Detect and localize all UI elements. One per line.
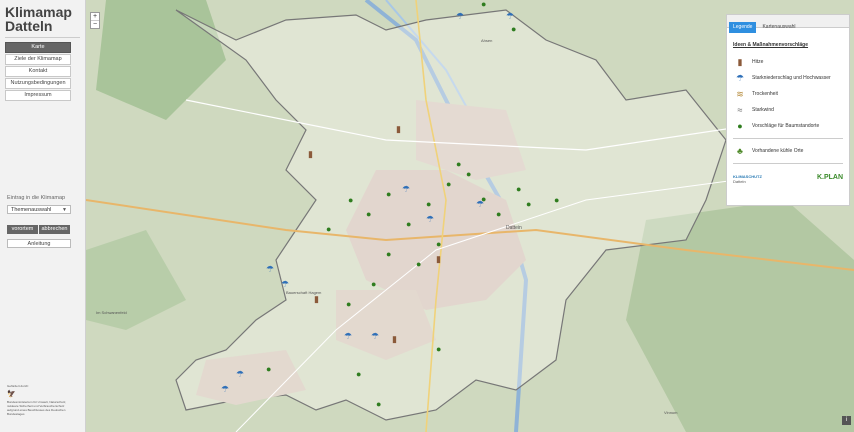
umbrella-marker[interactable]: ☂ <box>281 280 289 289</box>
title-divider <box>5 37 80 38</box>
tree-marker[interactable]: ● <box>436 345 441 354</box>
info-icon[interactable]: i <box>842 416 851 425</box>
tree-marker[interactable]: ● <box>466 170 471 179</box>
tree-marker[interactable]: ● <box>436 240 441 249</box>
tree-marker[interactable]: ● <box>376 400 381 409</box>
tree-marker[interactable]: ● <box>266 365 271 374</box>
tree-marker[interactable]: ● <box>426 200 431 209</box>
nav-item-ziele[interactable]: Ziele der Klimamap <box>5 54 71 65</box>
thermometer-marker[interactable]: ▮ <box>392 335 397 344</box>
umbrella-marker[interactable]: ☂ <box>456 12 464 21</box>
thermometer-marker[interactable]: ▮ <box>396 125 401 134</box>
thermometer-marker[interactable]: ▮ <box>314 295 319 304</box>
zoom-in-button[interactable]: + <box>91 13 99 20</box>
umbrella-marker[interactable]: ☂ <box>506 12 514 21</box>
nav-item-impressum[interactable]: Impressum <box>5 90 71 101</box>
thermometer-marker[interactable]: ▮ <box>436 255 441 264</box>
tree-marker[interactable]: ● <box>516 185 521 194</box>
tree-marker[interactable]: ● <box>371 280 376 289</box>
tree-marker[interactable]: ● <box>456 160 461 169</box>
zoom-control: + − <box>90 12 100 29</box>
app-title: Klimamap Datteln <box>5 4 72 34</box>
cool-place-icon: ♣ <box>737 146 743 156</box>
place-label-datteln: Dattein <box>506 225 522 231</box>
tree-marker[interactable]: ● <box>386 190 391 199</box>
tree-icon: ● <box>737 121 743 131</box>
umbrella-marker[interactable]: ☂ <box>402 185 410 194</box>
cancel-button[interactable]: abbrechen <box>39 225 70 234</box>
tree-marker[interactable]: ● <box>356 370 361 379</box>
tree-marker[interactable]: ● <box>326 225 331 234</box>
tree-marker[interactable]: ● <box>348 196 353 205</box>
thermometer-icon: ▮ <box>737 56 743 67</box>
place-label-ahsen: Ahsen <box>481 38 493 43</box>
entry-heading: Eintrag in die Klimamap <box>7 195 66 201</box>
legend-heading: Ideen & Maßnahmenvorschläge <box>733 42 809 48</box>
drought-icon: ≋ <box>736 88 744 99</box>
klimaschutz-logo: KLIMASCHUTZ Datteln <box>733 174 762 184</box>
theme-select[interactable]: Themenauswahl ▼ <box>7 205 71 214</box>
place-label-hagem: Bauerschaft Hagem <box>286 290 322 295</box>
umbrella-icon: ☂ <box>735 72 745 83</box>
legend-item-baumstandorte: ● Vorschläge für Baumstandorte <box>733 118 843 134</box>
legend-item-starkwind: ≈ Starkwind <box>733 102 843 118</box>
save-button[interactable]: vorortem <box>7 225 38 234</box>
legend-item-hitze: ▮ Hitze <box>733 54 843 70</box>
umbrella-marker[interactable]: ☂ <box>221 385 229 394</box>
place-label-vinnum: Vinnum <box>664 410 678 415</box>
nav-item-kontakt[interactable]: Kontakt <box>5 66 71 77</box>
place-label-schwanenfeld: Im Schwanenfeld <box>96 310 127 315</box>
sidebar: Klimamap Datteln Karte Ziele der Klimama… <box>0 0 86 432</box>
umbrella-marker[interactable]: ☂ <box>344 332 352 341</box>
tree-marker[interactable]: ● <box>511 25 516 34</box>
chevron-down-icon: ▼ <box>62 207 67 213</box>
tree-marker[interactable]: ● <box>416 260 421 269</box>
tree-marker[interactable]: ● <box>496 210 501 219</box>
tree-marker[interactable]: ● <box>446 180 451 189</box>
funder-logo: Gefördert durch: 🦅 Bundesministerium für… <box>7 384 77 416</box>
kplan-logo: K.PLAN <box>816 174 843 181</box>
wind-icon: ≈ <box>737 105 743 115</box>
legend-item-starkniederschlag: ☂ Starkniederschlag und Hochwasser <box>733 70 843 86</box>
legend-divider <box>733 138 843 139</box>
tree-marker[interactable]: ● <box>481 0 486 9</box>
tree-marker[interactable]: ● <box>406 220 411 229</box>
umbrella-marker[interactable]: ☂ <box>266 265 274 274</box>
thermometer-marker[interactable]: ▮ <box>308 150 313 159</box>
legend-item-trockenheit: ≋ Trockenheit <box>733 86 843 102</box>
nav-item-nutzung[interactable]: Nutzungsbedingungen <box>5 78 71 89</box>
zoom-out-button[interactable]: − <box>91 20 99 28</box>
umbrella-marker[interactable]: ☂ <box>371 332 379 341</box>
tab-legende[interactable]: Legende <box>729 22 757 33</box>
guide-button[interactable]: Anleitung <box>7 239 71 248</box>
tree-marker[interactable]: ● <box>346 300 351 309</box>
umbrella-marker[interactable]: ☂ <box>236 370 244 379</box>
main-nav: Karte Ziele der Klimamap Kontakt Nutzung… <box>5 42 71 101</box>
legend-item-kuehle-orte: ♣ Vorhandene kühle Orte <box>733 143 843 159</box>
tree-marker[interactable]: ● <box>526 200 531 209</box>
tab-kartenauswahl[interactable]: Kartenauswahl <box>758 22 799 33</box>
tree-marker[interactable]: ● <box>386 250 391 259</box>
umbrella-marker[interactable]: ☂ <box>476 200 484 209</box>
tree-marker[interactable]: ● <box>554 196 559 205</box>
eagle-icon: 🦅 <box>7 391 16 398</box>
legend-divider <box>733 163 843 164</box>
tree-marker[interactable]: ● <box>366 210 371 219</box>
umbrella-marker[interactable]: ☂ <box>426 215 434 224</box>
nav-item-karte[interactable]: Karte <box>5 42 71 53</box>
legend-panel: Legende Kartenauswahl Ideen & Maßnahmenvo… <box>726 14 850 206</box>
